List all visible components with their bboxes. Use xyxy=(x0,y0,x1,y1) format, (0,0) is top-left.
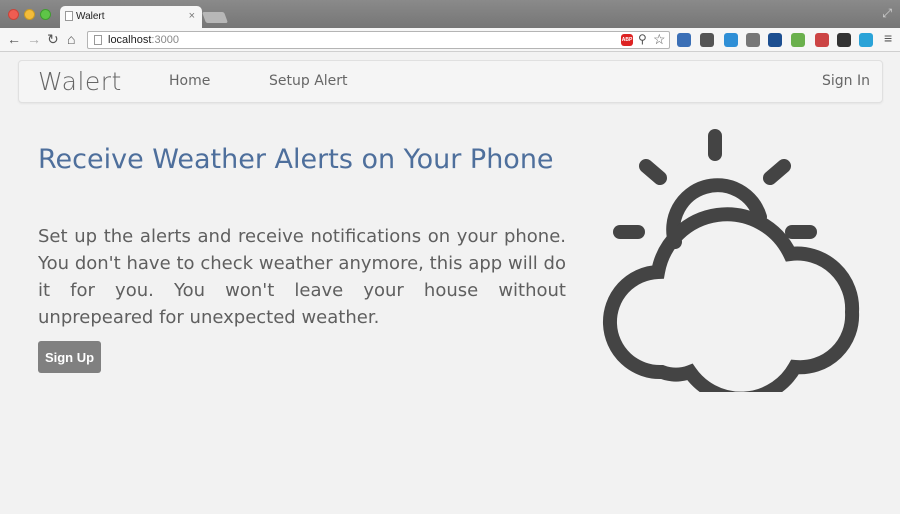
nav-link-setup-alert[interactable]: Setup Alert xyxy=(269,73,348,89)
sign-up-button[interactable]: Sign Up xyxy=(38,341,101,373)
extension-icon[interactable] xyxy=(677,33,691,47)
extension-icon[interactable] xyxy=(815,33,829,47)
site-navbar: Walert Home Setup Alert Sign In xyxy=(18,60,883,103)
maximize-window-icon[interactable] xyxy=(40,9,51,20)
page-icon xyxy=(94,35,102,45)
new-tab-button[interactable] xyxy=(201,12,229,23)
page-icon xyxy=(65,11,73,21)
minimize-window-icon[interactable] xyxy=(24,9,35,20)
address-bar[interactable]: localhost:3000 ABP ⚲ ☆ xyxy=(87,31,670,49)
extension-icon[interactable] xyxy=(700,33,714,47)
close-window-icon[interactable] xyxy=(8,9,19,20)
extension-icon[interactable] xyxy=(791,33,805,47)
forward-arrow-icon[interactable]: → xyxy=(27,31,41,48)
tab-title: Walert xyxy=(76,11,105,22)
tab-close-icon[interactable]: × xyxy=(189,9,195,23)
browser-tab[interactable]: Walert × xyxy=(60,6,202,28)
back-arrow-icon[interactable]: ← xyxy=(7,31,21,48)
browser-toolbar: ← → ↻ ⌂ localhost:3000 ABP ⚲ ☆ ≡ xyxy=(0,28,900,52)
hero-title: Receive Weather Alerts on Your Phone xyxy=(38,144,554,175)
adblock-icon[interactable]: ABP xyxy=(621,34,633,46)
hamburger-menu-icon[interactable]: ≡ xyxy=(884,30,892,46)
home-icon[interactable]: ⌂ xyxy=(67,31,75,48)
nav-link-home[interactable]: Home xyxy=(169,73,210,89)
brand-logo[interactable]: Walert xyxy=(38,67,122,96)
reload-icon[interactable]: ↻ xyxy=(47,31,59,48)
fullscreen-icon[interactable]: ⤢ xyxy=(882,6,892,21)
hero-description: Set up the alerts and receive notificati… xyxy=(38,226,566,328)
extension-icon[interactable] xyxy=(768,33,782,47)
eyedropper-icon[interactable] xyxy=(746,33,760,47)
zoom-icon[interactable]: ⚲ xyxy=(638,32,647,46)
github-icon[interactable] xyxy=(837,33,851,47)
partly-cloudy-icon xyxy=(602,129,860,392)
bookmark-star-icon[interactable]: ☆ xyxy=(653,31,666,48)
browser-titlebar: Walert × ⤢ xyxy=(0,0,900,28)
extension-icon[interactable] xyxy=(724,33,738,47)
extension-icon[interactable] xyxy=(859,33,873,47)
url-text[interactable]: localhost:3000 xyxy=(108,34,179,46)
sign-in-link[interactable]: Sign In xyxy=(822,73,870,89)
